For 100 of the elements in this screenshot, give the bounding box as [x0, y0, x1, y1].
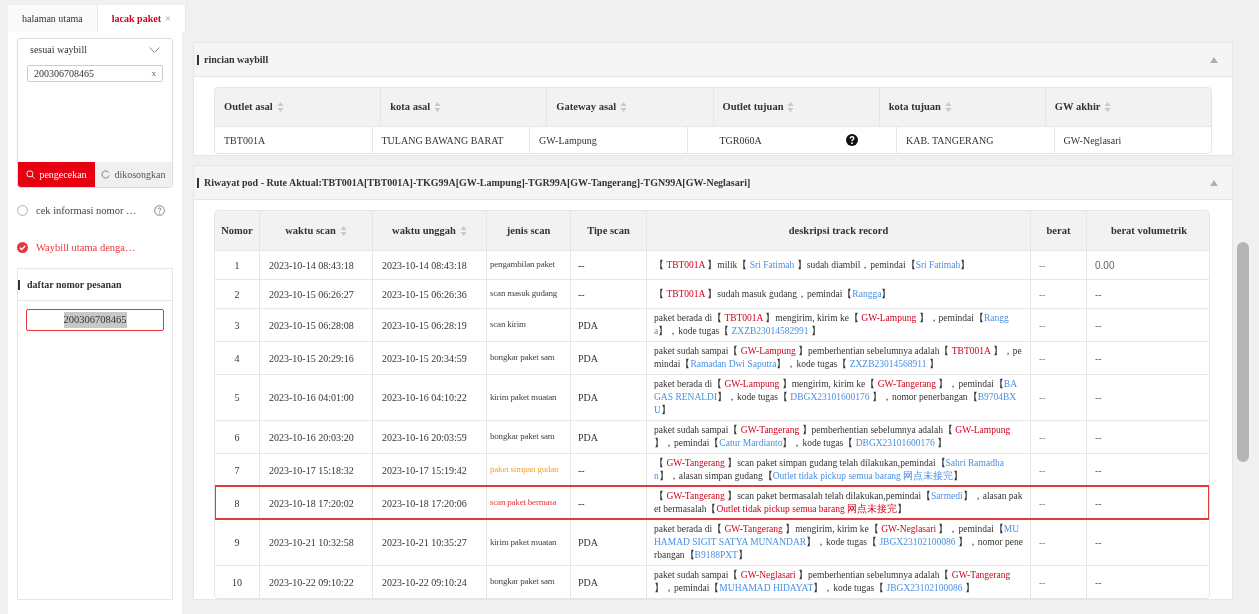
- track-description: 【 TBT001A 】sudah masuk gudang，pemindai【Rangga】: [654, 287, 892, 301]
- radio-icon[interactable]: [17, 205, 28, 216]
- column-header: waktu unggah: [373, 211, 487, 250]
- table-cell-text: 2023-10-22 09:10:24: [382, 575, 467, 590]
- column-header: Gateway asal: [547, 88, 714, 126]
- table-cell-text: 2023-10-17 15:18:32: [269, 463, 354, 478]
- column-header: Outlet asal: [215, 88, 382, 126]
- table-cell: pengambilan paket: [490, 258, 555, 272]
- column-header: Tipe scan: [571, 211, 647, 250]
- table-cell-text: 6: [234, 430, 240, 445]
- order-item[interactable]: 200306708465: [26, 309, 164, 331]
- table-cell-text: 2023-10-16 20:03:20: [269, 430, 354, 445]
- table-cell-text: --: [1095, 318, 1102, 333]
- table-cell-text: 10: [232, 575, 242, 590]
- column-header: berat: [1031, 211, 1087, 250]
- column-header: jenis scan: [487, 211, 571, 250]
- table-cell-text: 2023-10-16 20:03:59: [382, 430, 467, 445]
- table-cell-text: --: [1095, 287, 1102, 302]
- table-cell-text: --: [1095, 463, 1102, 478]
- search-button[interactable]: pengecekan: [18, 162, 95, 187]
- track-description: 【 GW-Tangerang 】scan paket simpan gudang telah dilakukan,pemindai【Sahri Ramadhan】，alasan simpan gudang【Outlet tidak pickup semua barang 网点未接完】: [654, 457, 1005, 483]
- panel-title: daftar nomor pesanan: [27, 278, 122, 292]
- table-cell-text: 2023-10-16 04:10:22: [382, 391, 467, 405]
- sort-icon[interactable]: [434, 101, 442, 113]
- column-header: kota asal: [381, 88, 548, 126]
- waybill-input[interactable]: 200306708465 x: [27, 65, 163, 82]
- sort-icon[interactable]: [620, 101, 628, 113]
- table-cell-text: --: [1095, 496, 1102, 511]
- collapse-icon[interactable]: [1210, 56, 1218, 63]
- table-cell-text: --: [1095, 430, 1102, 445]
- table-cell-text: 0.00: [1095, 258, 1115, 273]
- track-description: paket berada di【 GW-Tangerang 】mengirim, kirim ke【 GW-Neglasari 】，pemindai【MUHAMAD SIGIT SATYA MUNANDAR】，kode tugas【 JBGX23102100086 】，nomor penerbangan【B9188PXT】: [654, 523, 1023, 562]
- tab[interactable]: halaman utama: [8, 5, 98, 32]
- table-cell-text: PDA: [578, 430, 598, 445]
- table-cell-text: --: [578, 258, 585, 273]
- section-title: Riwayat pod - Rute Aktual:TBT001A[TBT001A]-TKG99A[GW-Lampung]-TGR99A[GW-Tangerang]-TGN99A[GW-Neglasari]: [204, 176, 751, 190]
- help-icon[interactable]: [846, 134, 858, 146]
- table-cell-text: 2023-10-16 04:01:00: [269, 391, 354, 405]
- table-cell: scan masuk gudang: [490, 287, 558, 301]
- sort-icon[interactable]: [276, 101, 284, 113]
- table-cell-text: --: [1039, 575, 1046, 590]
- table-cell-text: --: [578, 287, 585, 302]
- table-cell-text: --: [1095, 351, 1102, 366]
- column-header: Nomor: [215, 211, 260, 250]
- sort-icon[interactable]: [944, 101, 952, 113]
- table-cell-text: --: [1039, 351, 1046, 366]
- table-cell-text: 2023-10-15 20:34:59: [382, 351, 467, 366]
- table-cell-text: 2023-10-18 17:20:02: [269, 496, 354, 511]
- table-cell: scan paket bermasa: [490, 496, 557, 510]
- table-cell-text: 2023-10-15 06:26:36: [382, 287, 467, 302]
- table-cell-text: 3: [234, 318, 240, 333]
- reset-button[interactable]: dikosongkan: [95, 162, 172, 187]
- column-header: berat volumetrik: [1109, 223, 1189, 238]
- column-header: Outlet tujuan: [713, 88, 880, 126]
- track-description: paket sudah sampai【 GW-Lampung 】pemberhentian sebelumnya adalah【 TBT001A 】，pemindai【Ramadan Dwi Saputra】，kode tugas【 ZXZB23014568911 】: [654, 345, 1023, 371]
- table-cell-text: --: [1039, 463, 1046, 478]
- sort-icon[interactable]: [339, 224, 347, 237]
- table-cell-text: kirim paket muatan: [490, 390, 557, 404]
- radio-checked-icon[interactable]: [17, 242, 28, 253]
- clear-icon[interactable]: x: [151, 66, 156, 81]
- tab[interactable]: lacak paket ×: [97, 5, 186, 32]
- collapse-icon[interactable]: [1210, 179, 1218, 186]
- table-cell-text: --: [578, 496, 585, 511]
- table-cell-text: GW-Lampung: [539, 133, 597, 148]
- refresh-icon: [101, 170, 111, 179]
- sort-icon[interactable]: [459, 224, 467, 237]
- table-cell-text: --: [1095, 536, 1102, 550]
- option-label[interactable]: Waybill utama denga…: [36, 239, 136, 256]
- table-cell: bongkar paket sam: [490, 575, 555, 589]
- table-cell-text: --: [1039, 536, 1046, 550]
- table-cell-text: PDA: [578, 575, 598, 590]
- track-description: paket berada di【 TBT001A 】mengirim, kirim ke【 GW-Lampung 】，pemindai【Rangga】，kode tugas【 ZXZB23014582991 】: [654, 312, 1010, 338]
- sort-icon[interactable]: [1104, 101, 1112, 113]
- mode-select[interactable]: sesuai waybill: [18, 39, 172, 61]
- scrollbar-thumb[interactable]: [1237, 242, 1249, 462]
- sort-icon[interactable]: [787, 101, 795, 113]
- table-cell-text: --: [1095, 575, 1102, 590]
- table-cell-text: 4: [234, 351, 240, 366]
- table-cell-text: 2023-10-18 17:20:06: [382, 496, 467, 511]
- option-label[interactable]: cek informasi nomor …: [36, 202, 137, 219]
- table-cell-text: 1: [234, 258, 240, 273]
- table-cell-text: KAB. TANGERANG: [906, 133, 994, 148]
- chevron-down-icon: [149, 46, 160, 53]
- table-cell-text: GW-Neglasari: [1063, 133, 1122, 148]
- table-cell-text: --: [1039, 287, 1046, 302]
- table-cell-text: --: [1039, 391, 1046, 405]
- table-cell-text: TGR060A: [719, 133, 762, 148]
- table-cell-text: 2: [234, 287, 240, 302]
- search-icon: [26, 170, 36, 179]
- table-cell-text: --: [1039, 318, 1046, 333]
- table-cell-text: --: [1039, 258, 1046, 273]
- table-cell-text: 2023-10-21 10:32:58: [269, 536, 354, 550]
- table-cell-text: --: [578, 463, 585, 478]
- table-cell-text: --: [1039, 496, 1046, 511]
- table-cell-text: 2023-10-15 06:28:08: [269, 318, 354, 333]
- table-cell-text: 5: [234, 391, 240, 405]
- table-cell-text: 9: [234, 536, 240, 550]
- table-cell: scan kirim: [490, 318, 526, 332]
- table-cell-text: 2023-10-14 08:43:18: [269, 258, 354, 273]
- section-title: rincian waybill: [204, 53, 269, 67]
